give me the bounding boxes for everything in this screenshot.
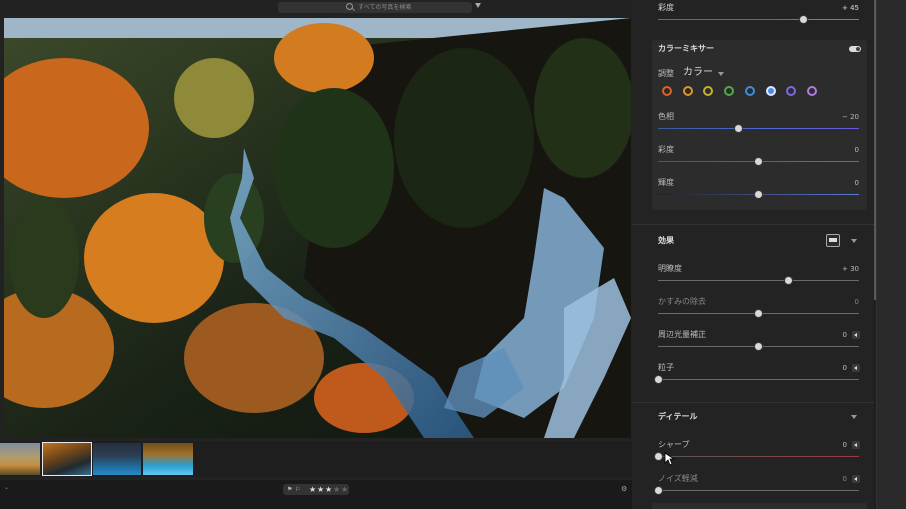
adjust-dropdown[interactable]: カラー <box>683 67 713 79</box>
color-swatch-blue[interactable] <box>765 86 776 96</box>
rating-star[interactable]: ★ <box>309 484 316 495</box>
rating-star[interactable]: ★ <box>333 484 340 495</box>
filmstrip-thumbnail-selected[interactable] <box>42 442 92 476</box>
slider-value[interactable]: 0 <box>807 330 847 340</box>
slider-knob[interactable] <box>733 124 743 133</box>
slider-track[interactable] <box>658 490 859 491</box>
chevron-down-icon[interactable] <box>851 415 857 419</box>
color-swatch-orange[interactable] <box>682 86 693 96</box>
section-title: カラーミキサー <box>658 44 714 53</box>
slider-knob[interactable] <box>653 486 663 495</box>
slider-track[interactable] <box>658 128 859 129</box>
slider-value[interactable]: 0 <box>807 474 847 484</box>
next-section-header <box>652 503 867 509</box>
rating-star[interactable]: ★ <box>317 484 324 495</box>
color-swatch-aqua[interactable] <box>744 86 755 96</box>
slider-value[interactable]: 0 <box>819 178 859 188</box>
slider-label: 彩度 <box>658 3 674 12</box>
tool-strip <box>876 0 906 509</box>
slider-label: ノイズ軽減 <box>658 474 698 483</box>
expand-icon[interactable] <box>852 364 860 372</box>
search-placeholder: すべての写真を検索 <box>358 4 412 11</box>
filter-icon[interactable] <box>475 3 481 8</box>
expand-icon[interactable] <box>852 441 860 449</box>
slider-value[interactable]: + 30 <box>819 264 859 274</box>
rating-star[interactable]: ★ <box>341 484 348 495</box>
slider-label: 粒子 <box>658 363 674 372</box>
expand-icon[interactable] <box>852 475 860 483</box>
color-mixer-toggle[interactable] <box>849 46 861 52</box>
main-photo[interactable] <box>4 18 631 438</box>
filmstrip-thumbnail[interactable] <box>143 443 193 475</box>
cursor-icon <box>664 452 676 466</box>
slider-track[interactable] <box>658 379 859 380</box>
slider-knob[interactable] <box>653 375 663 384</box>
slider-value[interactable]: 0 <box>807 440 847 450</box>
divider <box>632 224 874 225</box>
rating-star[interactable]: ★ <box>325 484 332 495</box>
slider-value[interactable]: 0 <box>819 297 859 307</box>
unflag-icon[interactable]: ⚐ <box>295 486 300 493</box>
search-field[interactable]: すべての写真を検索 <box>278 2 472 13</box>
slider-label: 色相 <box>658 112 674 121</box>
flag-and-rating-group: ⚑ ⚐ ★ ★ ★ ★ ★ <box>283 484 349 495</box>
chevron-down-icon[interactable] <box>718 72 724 76</box>
chevron-down-icon[interactable]: ⌄ <box>4 484 9 491</box>
section-title: 効果 <box>658 236 674 245</box>
slider-track[interactable] <box>658 456 859 457</box>
settings-icon[interactable]: ⚙ <box>621 485 627 493</box>
slider-label: 彩度 <box>658 145 674 154</box>
color-swatch-magenta[interactable] <box>806 86 817 96</box>
chevron-down-icon[interactable] <box>851 239 857 243</box>
slider-knob[interactable] <box>754 342 763 351</box>
divider <box>632 402 874 403</box>
slider-knob[interactable] <box>653 452 663 461</box>
slider-label: 明瞭度 <box>658 264 682 273</box>
slider-track[interactable] <box>658 19 859 20</box>
expand-icon[interactable] <box>852 331 860 339</box>
slider-value[interactable]: 0 <box>807 363 847 373</box>
slider-label: 輝度 <box>658 178 674 187</box>
slider-label: かすみの除去 <box>658 297 706 306</box>
slider-knob[interactable] <box>754 157 763 166</box>
filmstrip-thumbnail[interactable] <box>93 443 141 475</box>
preset-icon[interactable] <box>826 234 840 247</box>
slider-label: 周辺光量補正 <box>658 330 706 339</box>
slider-value[interactable]: + 45 <box>819 3 859 13</box>
color-swatch-red[interactable] <box>662 86 672 96</box>
slider-track[interactable] <box>658 280 859 281</box>
filmstrip-thumbnail[interactable] <box>0 443 40 475</box>
adjust-label: 調整 <box>658 69 674 78</box>
filmstrip <box>0 441 632 477</box>
flag-icon[interactable]: ⚑ <box>287 486 292 493</box>
slider-label: シャープ <box>658 440 690 449</box>
search-icon <box>346 3 353 10</box>
slider-knob[interactable] <box>754 309 763 318</box>
slider-value[interactable]: − 20 <box>819 112 859 122</box>
slider-knob[interactable] <box>754 190 763 199</box>
slider-value[interactable]: 0 <box>819 145 859 155</box>
section-title: ディテール <box>658 412 698 421</box>
